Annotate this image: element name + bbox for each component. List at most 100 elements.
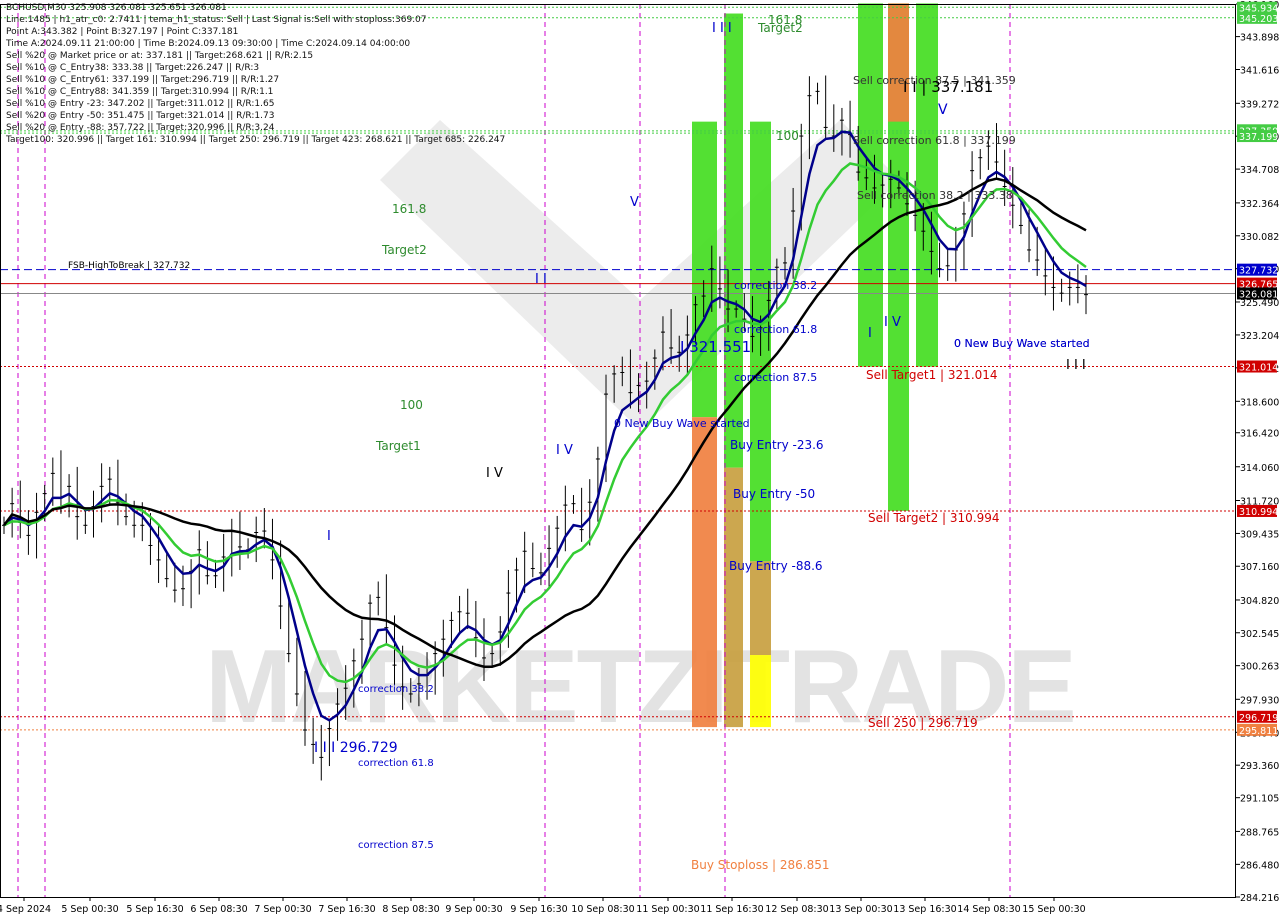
x-tick-label: 4 Sep 2024 [0,904,51,915]
annotation-label: I I I 296.729 [314,740,398,756]
annotation-label: Buy Entry -23.6 [730,438,824,452]
info-line: Sell %10 @ Entry -23: 347.202 || Target:… [6,99,275,109]
annotation-label: correction 87.5 [734,371,817,384]
annotation-label: V [938,102,948,118]
x-tick-label: 11 Sep 16:30 [700,904,763,915]
price-label-text: 295.811 [1239,726,1278,737]
price-label-text: 296.719 [1239,713,1278,724]
annotation-label: I I I [712,21,732,36]
x-tick-label: 5 Sep 00:30 [61,904,118,915]
annotation-label: 0 New Buy Wave started [954,337,1090,350]
annotation-label: correction 61.8 [358,758,434,769]
annotation-label: I I [535,272,547,287]
annotation-label: I V [884,315,901,330]
annotation-label: correction 87.5 [358,840,434,851]
y-tick-label: 302.545 [1240,629,1279,640]
annotation-label: I I | 337.181 [903,78,993,96]
y-tick-label: 304.820 [1240,596,1279,607]
annotation-label: 161.8 [392,202,426,216]
x-tick-label: 12 Sep 08:30 [765,904,828,915]
y-tick-label: 314.060 [1240,463,1279,474]
y-tick-label: 286.480 [1240,860,1279,871]
price-label-text: 326.081 [1239,289,1278,300]
annotation-label: I V [486,466,503,481]
info-line: Point A:343.382 | Point B:327.197 | Poin… [6,27,239,37]
annotation-label: I [868,326,872,341]
x-tick-label: 11 Sep 00:30 [636,904,699,915]
signal-zones [692,3,938,728]
y-tick-label: 339.272 [1240,99,1279,110]
zone-olive [750,561,771,656]
x-tick-label: 8 Sep 08:30 [382,904,439,915]
annotation-label: 100 [400,398,423,412]
x-tick-label: 7 Sep 16:30 [318,904,375,915]
info-line: Sell %10 @ C_Entry88: 341.359 || Target:… [6,87,274,97]
annotation-label: Target2 [381,243,427,257]
price-label-text: 337.199 [1239,132,1278,143]
annotation-label: Sell correction 38.2 | 333.38 [857,189,1013,202]
info-line: Target100: 320.996 || Target 161: 310.99… [6,135,506,145]
price-label-text: 310.994 [1239,507,1278,518]
annotation-label: V [630,195,639,210]
price-label-text: 327.732 [1239,266,1278,277]
y-tick-label: 284.216 [1240,893,1279,904]
y-tick-label: 291.105 [1240,794,1279,805]
indicator-info-panel: BCHUSD,M30 325.908 326.081 325.651 326.0… [6,2,505,146]
x-tick-label: 6 Sep 08:30 [190,904,247,915]
x-tick-label: 13 Sep 00:30 [829,904,892,915]
x-tick-label: 14 Sep 08:30 [957,904,1020,915]
zone-green [916,3,938,367]
info-line: Time A:2024.09.11 21:00:00 | Time B:2024… [6,39,411,49]
annotation-label: I [327,529,331,544]
y-tick-label: 341.616 [1240,66,1279,77]
price-label-text: 321.014 [1239,363,1278,374]
info-line: Sell %20 @ Market price or at: 337.181 |… [6,51,314,61]
info-line: Sell %20 @ Entry -88: 357.722 || Target:… [6,123,275,133]
y-tick-label: 293.360 [1240,761,1279,772]
x-tick-label: 7 Sep 00:30 [254,904,311,915]
annotation-label: Sell Target1 | 321.014 [866,368,998,382]
y-tick-label: 288.765 [1240,827,1279,838]
symbol-line: BCHUSD,M30 325.908 326.081 325.651 326.0… [6,3,227,13]
annotation-label: Sell 250 | 296.719 [868,716,978,730]
y-tick-label: 343.898 [1240,33,1279,44]
zone-green [858,3,883,367]
annotation-label: I 321.551 [680,338,751,356]
annotation-label: I I I [1066,358,1086,373]
y-tick-label: 307.160 [1240,562,1279,573]
y-tick-label: 318.600 [1240,397,1279,408]
info-line: Sell %10 @ C_Entry38: 333.38 || Target:2… [6,63,260,73]
y-tick-label: 332.364 [1240,199,1279,210]
zone-orange [888,3,909,122]
zone-orange [692,417,717,728]
annotation-label: Target1 [375,439,421,453]
annotation-label: correction 61.8 [734,323,817,336]
y-tick-label: 300.263 [1240,662,1279,673]
annotation-label: correction 38.2 [734,279,817,292]
x-tick-label: 13 Sep 16:30 [893,904,956,915]
x-tick-label: 10 Sep 08:30 [571,904,634,915]
x-tick-label: 9 Sep 00:30 [445,904,502,915]
info-line: Sell %10 @ C_Entry61: 337.199 || Target:… [6,75,280,85]
annotation-label: Buy Entry -88.6 [729,559,823,573]
annotation-label: FSB-HighToBreak | 327.732 [68,261,190,271]
annotation-label: Sell Target2 | 310.994 [868,511,1000,525]
y-tick-label: 309.435 [1240,529,1279,540]
annotation-label: 100 [776,129,799,143]
annotation-label: Buy Entry -50 [733,487,815,501]
annotation-label: Sell correction 61.8 | 337.199 [853,134,1016,147]
info-line: Line:1485 | h1_atr_c0: 2.7411 | tema_h1_… [6,15,427,25]
annotation-label: Buy Stoploss | 286.851 [691,858,830,872]
x-tick-label: 5 Sep 16:30 [126,904,183,915]
y-tick-label: 334.708 [1240,165,1279,176]
zone-olive [724,467,743,728]
info-line: Sell %20 @ Entry -50: 351.475 || Target:… [6,111,275,121]
time-axis: 4 Sep 2024 5 Sep 00:30 5 Sep 16:30 6 Sep 08… [0,897,1086,915]
y-tick-label: 330.082 [1240,232,1279,243]
annotation-label: I V [556,443,573,458]
x-tick-label: 15 Sep 00:30 [1022,904,1085,915]
y-tick-label: 316.420 [1240,429,1279,440]
x-tick-label: 9 Sep 16:30 [510,904,567,915]
annotation-label: Target2 [757,21,803,35]
y-tick-label: 323.204 [1240,331,1279,342]
